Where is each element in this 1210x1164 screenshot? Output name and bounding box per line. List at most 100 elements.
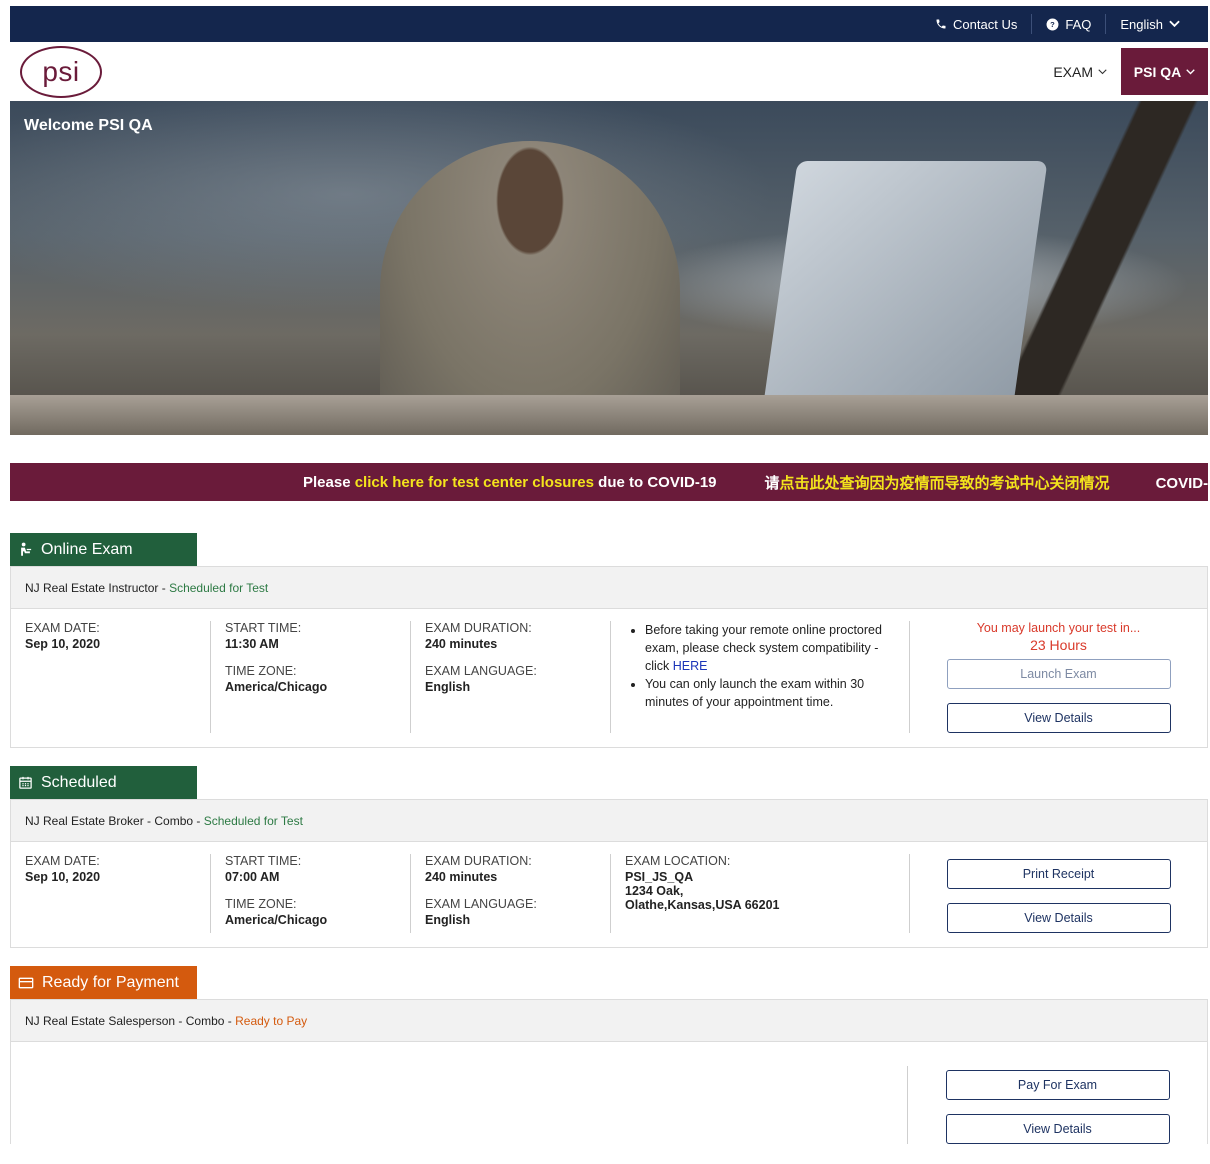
launch-countdown-message: You may launch your test in... [976,621,1141,635]
location-name: PSI_JS_QA [625,870,694,884]
actions-column: You may launch your test in... 23 Hours … [910,621,1207,733]
view-details-button[interactable]: View Details [946,703,1171,733]
psi-logo[interactable]: psi [20,45,102,98]
note-compatibility: Before taking your remote online proctor… [645,621,895,675]
banner-zh-prefix: 请 [764,474,780,492]
chevron-down-icon [1098,68,1107,74]
faq-link[interactable]: ? FAQ [1032,14,1105,34]
duration-label: EXAM DURATION: [425,621,532,635]
scheduled-tab-label: Scheduled [41,773,117,791]
banner-jp: COVID-19の [1155,474,1208,492]
exam-date-value: Sep 10, 2020 [25,637,101,651]
view-details-button[interactable]: View Details [946,903,1171,933]
svg-text:?: ? [1051,20,1056,29]
user-menu-label: PSI QA [1133,63,1182,80]
status-text: Ready to Pay [235,1013,308,1028]
start-time-label: START TIME: [225,854,302,868]
time-zone-label: TIME ZONE: [225,664,297,678]
payment-card: NJ Real Estate Salesperson - Combo - Rea… [10,999,1208,1144]
payment-tab-label: Ready for Payment [42,973,179,991]
location-column: EXAM LOCATION: PSI_JS_QA 1234 Oak, Olath… [611,854,910,933]
top-bar: Contact Us ? FAQ English [10,6,1208,42]
card-body: EXAM DATE: Sep 10, 2020 START TIME: 11:3… [11,609,1207,747]
exam-title: NJ Real Estate Instructor [25,580,159,595]
date-column: EXAM DATE: Sep 10, 2020 [11,621,211,733]
view-details-button[interactable]: View Details [945,1114,1170,1144]
note-launch-window: You can only launch the exam within 30 m… [645,675,895,711]
time-zone-label: TIME ZONE: [225,897,297,911]
hero-person [380,141,680,435]
main-nav: EXAM PSI QA [1039,42,1208,101]
user-menu[interactable]: PSI QA [1121,48,1208,95]
banner-en: Please click here for test center closur… [303,474,717,491]
time-column: START TIME: 07:00 AM TIME ZONE: America/… [211,854,411,933]
language-label: EXAM LANGUAGE: [425,897,537,911]
exam-title: NJ Real Estate Broker - Combo [25,813,194,828]
online-exam-section: Online Exam NJ Real Estate Instructor - … [10,533,1208,748]
banner-please: Please [303,473,351,491]
status-text: Scheduled for Test [169,580,269,595]
duration-label: EXAM DURATION: [425,854,532,868]
title-separator: - [224,1013,236,1028]
language-selector[interactable]: English [1106,14,1194,34]
covid-banner: Please click here for test center closur… [10,463,1208,501]
actions-column: Print Receipt View Details [910,854,1207,933]
duration-column: EXAM DURATION: 240 minutes EXAM LANGUAGE… [411,621,611,733]
language-label: EXAM LANGUAGE: [425,664,537,678]
date-column: EXAM DATE: Sep 10, 2020 [11,854,211,933]
faq-label: FAQ [1065,16,1092,32]
duration-column: EXAM DURATION: 240 minutes EXAM LANGUAGE… [411,854,611,933]
compatibility-here-link[interactable]: HERE [673,659,708,673]
duration-value: 240 minutes [425,637,498,651]
phone-icon [936,19,946,29]
exam-date-label: EXAM DATE: [25,854,100,868]
person-desk-icon [21,542,32,556]
time-column: START TIME: 11:30 AM TIME ZONE: America/… [211,621,411,733]
print-receipt-button[interactable]: Print Receipt [946,859,1171,889]
exam-date-label: EXAM DATE: [25,621,100,635]
launch-exam-button[interactable]: Launch Exam [946,659,1171,689]
banner-zh-link[interactable]: 点击此处查询因为疫情而导致的考试中心关闭情况 [780,475,1110,492]
pay-for-exam-button[interactable]: Pay For Exam [945,1070,1170,1100]
hero-image: Welcome PSI QA [10,101,1208,435]
time-zone-value: America/Chicago [225,913,328,927]
hero-laptop [762,161,1048,411]
language-value: English [425,680,471,694]
language-value: English [425,913,471,927]
payment-section: Ready for Payment NJ Real Estate Salespe… [10,966,1208,1144]
location-street: 1234 Oak, [625,884,684,898]
contact-us-link[interactable]: Contact Us [921,14,1031,34]
contact-us-label: Contact Us [953,16,1018,32]
exam-notes: Before taking your remote online proctor… [611,621,910,733]
page: Contact Us ? FAQ English psi EXAM PSI QA [10,6,1208,1144]
launch-countdown-hours: 23 Hours [1030,637,1087,653]
online-exam-tab-label: Online Exam [41,540,133,558]
start-time-label: START TIME: [225,621,302,635]
banner-due: due to COVID-19 [598,473,717,491]
scheduled-section: Scheduled NJ Real Estate Broker - Combo … [10,766,1208,948]
card-header: NJ Real Estate Salesperson - Combo - Rea… [11,1000,1207,1042]
exam-title: NJ Real Estate Salesperson - Combo [25,1013,225,1028]
banner-closures-link[interactable]: click here for test center closures [355,474,594,491]
location-label: EXAM LOCATION: [625,854,731,868]
card-header: NJ Real Estate Instructor - Scheduled fo… [11,567,1207,609]
header: psi EXAM PSI QA [10,42,1208,101]
online-exam-card: NJ Real Estate Instructor - Scheduled fo… [10,566,1208,748]
location-city: Olathe,Kansas,USA 66201 [625,898,780,912]
exam-menu[interactable]: EXAM [1039,64,1121,80]
payment-tab: Ready for Payment [10,966,197,999]
duration-value: 240 minutes [425,870,498,884]
status-text: Scheduled for Test [203,813,303,828]
banner-zh: 请点击此处查询因为疫情而导致的考试中心关闭情况 [765,472,1110,493]
title-separator: - [193,813,204,828]
empty-info-area [11,1066,908,1144]
start-time-value: 07:00 AM [225,870,280,884]
online-exam-tab: Online Exam [10,533,197,566]
chevron-down-icon [1186,68,1195,74]
chevron-down-icon [1169,20,1180,28]
time-zone-value: America/Chicago [225,680,328,694]
credit-card-icon [18,977,34,988]
question-circle-icon: ? [1046,18,1059,30]
scheduled-tab: Scheduled [10,766,197,799]
card-body: EXAM DATE: Sep 10, 2020 START TIME: 07:0… [11,842,1207,947]
